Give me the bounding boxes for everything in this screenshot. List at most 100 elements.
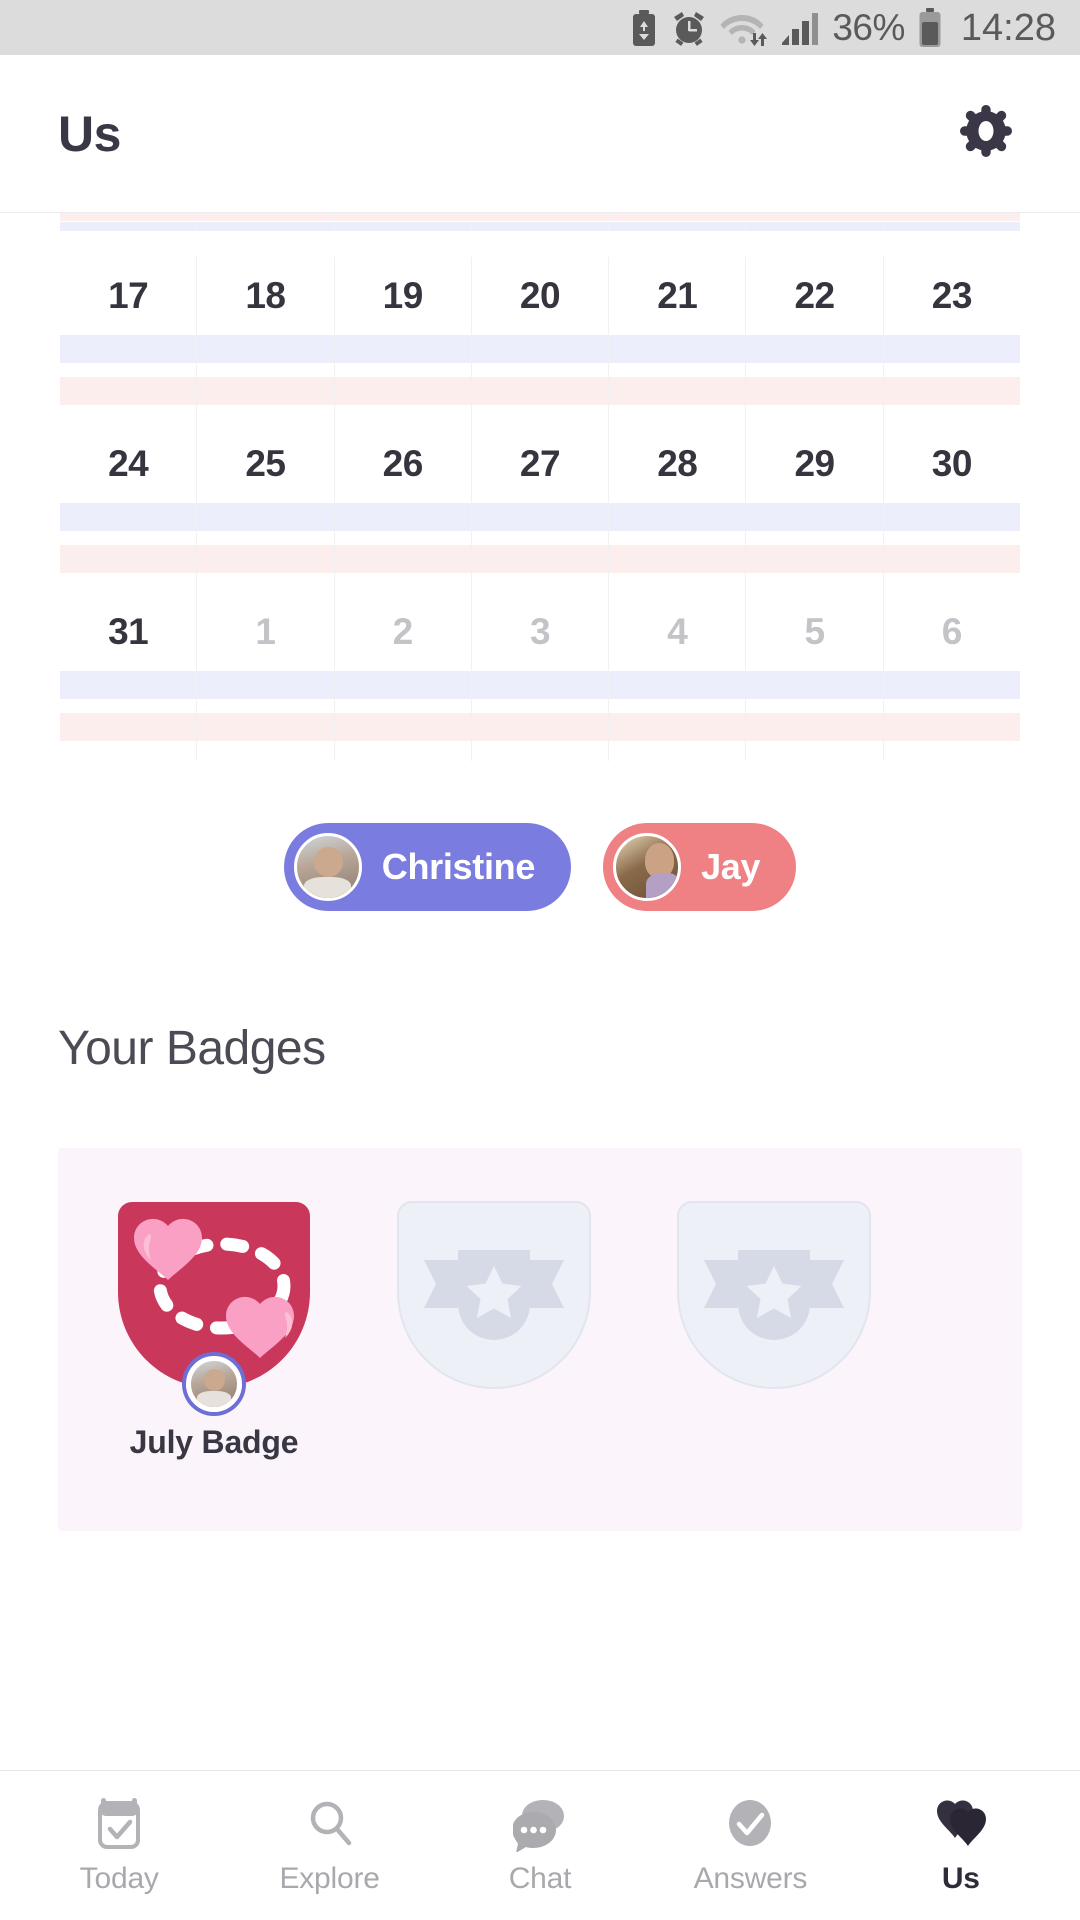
calendar-clipped-cell (60, 213, 198, 231)
event-bar-pink (883, 377, 1020, 405)
calendar-day-number: 20 (519, 275, 561, 316)
badge-item-locked[interactable] (670, 1198, 878, 1424)
event-bar-blue (609, 335, 746, 363)
event-bar-pink (609, 377, 746, 405)
calendar-day-events (334, 671, 471, 761)
event-bar-pink (883, 713, 1020, 741)
calendar-day-cell[interactable]: 18 (197, 257, 335, 425)
calendar-week-row: 17 18 19 20 21 22 23 (60, 257, 1020, 425)
badge-item-earned[interactable]: July Badge (110, 1198, 318, 1461)
calendar-day-number: 22 (794, 275, 835, 316)
event-bar-blue (471, 671, 609, 699)
calendar-day-number: 27 (519, 443, 561, 484)
nav-item-chat[interactable]: Chat (435, 1796, 645, 1896)
calendar-day-number: 4 (667, 611, 688, 652)
nav-label: Us (941, 1861, 980, 1895)
settings-button[interactable] (950, 98, 1022, 170)
person-pill-jay[interactable]: Jay (603, 823, 797, 911)
event-bar-blue (60, 335, 197, 363)
calendar-day-number: 18 (245, 275, 286, 316)
event-bar-gap (335, 363, 471, 377)
calendar-day-cell[interactable]: 20 (471, 257, 610, 425)
event-bar-gap (609, 531, 745, 545)
event-bar-pink (471, 377, 609, 405)
calendar-day-number: 24 (108, 443, 149, 484)
app-header: Us (0, 55, 1080, 213)
event-bar-gap (472, 363, 608, 377)
calendar-day-number: 6 (941, 611, 963, 652)
calendar-day-cell[interactable]: 17 (60, 257, 198, 425)
event-bar-gap (60, 699, 196, 713)
event-bar-gap (472, 531, 608, 545)
calendar-day-events (334, 335, 471, 425)
calendar-day-events (60, 335, 197, 425)
calendar-day-events (883, 335, 1020, 425)
event-bar-gap (335, 699, 471, 713)
battery-saver-icon (630, 9, 658, 46)
calendar-day-events (60, 503, 197, 593)
calendar-day-cell[interactable]: 27 (471, 425, 610, 593)
badges-card: July Badge (58, 1148, 1022, 1531)
calendar-clipped-cell (746, 213, 884, 231)
calendar-day-cell[interactable]: 28 (609, 425, 747, 593)
calendar-day-cell[interactable]: 6 (883, 593, 1020, 761)
calendar-day-cell[interactable]: 30 (883, 425, 1020, 593)
calendar-clipped-cell (334, 213, 472, 231)
calendar-day-cell[interactable]: 21 (609, 257, 747, 425)
event-bar-blue (60, 671, 197, 699)
person-pill-christine[interactable]: Christine (283, 823, 572, 911)
calendar-day-events (471, 671, 609, 761)
calendar-day-number: 30 (931, 443, 973, 484)
badge-label: July Badge (129, 1424, 299, 1460)
event-bar-gap (609, 699, 745, 713)
calendar-day-events (60, 671, 197, 761)
calendar-day-cell[interactable]: 19 (334, 257, 472, 425)
nav-item-us[interactable]: Us (856, 1796, 1066, 1896)
event-bar-pink (609, 545, 746, 573)
event-bar-pink (197, 377, 334, 405)
nav-item-explore[interactable]: Explore (224, 1796, 434, 1896)
event-bar-blue (746, 335, 883, 363)
battery-percent-label: 36% (832, 7, 905, 48)
calendar-day-cell[interactable]: 3 (471, 593, 610, 761)
calendar-week-row: 24 25 26 27 28 29 30 (60, 425, 1020, 593)
calendar-day-cell[interactable]: 4 (609, 593, 747, 761)
calendar-day-events (609, 335, 746, 425)
badge-shield (110, 1198, 318, 1412)
calendar-day-cell[interactable]: 25 (197, 425, 335, 593)
hearts-icon (933, 1796, 989, 1852)
calendar-day-cell[interactable]: 22 (746, 257, 884, 425)
calendar-day-number: 17 (108, 275, 149, 316)
event-bar-gap (746, 699, 882, 713)
calendar-day-cell[interactable]: 24 (60, 425, 198, 593)
calendar-day-cell[interactable]: 31 (60, 593, 198, 761)
calendar-day-cell[interactable]: 5 (746, 593, 884, 761)
badge-shield-locked (390, 1198, 598, 1398)
badge-item-locked[interactable] (390, 1198, 598, 1424)
calendar-day-cell[interactable]: 1 (197, 593, 335, 761)
calendar-grid[interactable]: 17 18 19 20 21 22 23 24 25 26 27 28 29 3… (0, 213, 1080, 761)
calendar-day-cell[interactable]: 23 (883, 257, 1020, 425)
event-bar-pink (746, 713, 883, 741)
scroll-content[interactable]: 17 18 19 20 21 22 23 24 25 26 27 28 29 3… (0, 213, 1080, 1770)
calendar-day-cell[interactable]: 2 (334, 593, 472, 761)
event-bar-blue (197, 671, 334, 699)
wifi-icon (720, 9, 768, 47)
nav-item-today[interactable]: Today (14, 1796, 224, 1896)
calendar-day-cell[interactable]: 26 (334, 425, 472, 593)
calendar-day-number: 31 (108, 611, 149, 652)
calendar-day-number: 3 (529, 611, 551, 652)
bottom-navigation: Today Explore Chat Answers Us (0, 1770, 1080, 1920)
event-bar-gap (884, 531, 1020, 545)
event-bar-pink (60, 545, 197, 573)
calendar-clipped-row (60, 213, 1020, 231)
app-screen: 36% 14:28 Us 17 18 19 20 21 22 23 24 25 … (0, 0, 1080, 1920)
event-bar-blue (883, 335, 1020, 363)
locked-badge-icon (397, 1201, 591, 1389)
badges-section-title: Your Badges (58, 1022, 326, 1075)
event-bar-gap (197, 699, 333, 713)
nav-item-answers[interactable]: Answers (645, 1796, 855, 1896)
event-bar-pink (334, 377, 471, 405)
alarm-icon (670, 9, 708, 47)
calendar-day-cell[interactable]: 29 (746, 425, 884, 593)
